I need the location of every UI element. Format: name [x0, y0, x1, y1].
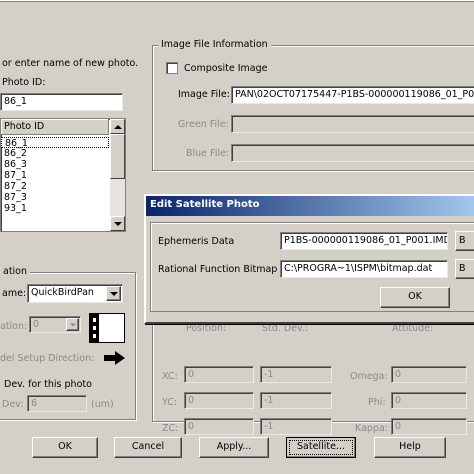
kappa-input[interactable]: 0 [391, 418, 467, 435]
list-scrollbar[interactable] [110, 119, 125, 231]
apply-button[interactable]: Apply... [199, 437, 269, 458]
omega-label: Omega: [350, 371, 388, 382]
film-strip-icon [89, 313, 125, 343]
rfb-browse-button[interactable]: B [455, 259, 474, 279]
std-dev-photo-label: Dev. for this photo [4, 379, 92, 390]
cancel-button[interactable]: Cancel [114, 437, 182, 458]
list-item[interactable]: 87_2 [1, 181, 109, 192]
edit-satellite-photo-dialog[interactable]: Edit Satellite Photo Ephemeris Data P1BS… [144, 194, 474, 324]
composite-checkbox[interactable] [166, 62, 178, 74]
model-setup-label: del Setup Direction: [0, 353, 95, 364]
window-top-edge [0, 0, 474, 2]
dev-unit-label: (um) [91, 399, 114, 410]
image-file-input[interactable]: PAN\02OCT07175447-P1BS-000000119086_01_P… [231, 86, 474, 104]
attitude-header: Attitude: [392, 323, 434, 334]
ok-button[interactable]: OK [32, 437, 98, 458]
scroll-down-button[interactable] [110, 216, 125, 231]
camera-group-title: ation [0, 266, 31, 277]
phi-input[interactable]: 0 [391, 392, 467, 409]
stddev-header: Std. Dev.: [262, 323, 309, 334]
list-header-label: Photo ID [4, 121, 45, 132]
help-button[interactable]: Help [374, 437, 446, 458]
xc-label: XC: [162, 371, 178, 382]
chevron-up-icon [113, 124, 122, 129]
yc-position-input[interactable]: 0 [184, 392, 254, 409]
chevron-down-icon [113, 221, 122, 226]
kappa-label: Kappa: [355, 423, 388, 434]
camera-label: ame: [2, 288, 27, 299]
zc-stddev-input[interactable]: -1 [260, 418, 332, 435]
dev-label: Dev: [2, 399, 24, 410]
satellite-button[interactable]: Satellite... [286, 437, 356, 458]
composite-label: Composite Image [184, 63, 268, 74]
position-header: Position: [186, 323, 227, 334]
ephemeris-browse-button[interactable]: B [455, 231, 474, 251]
rfb-label: Rational Function Bitmap [158, 264, 278, 275]
list-item[interactable]: 86_3 [1, 159, 109, 170]
photo-list-items: 86_1 86_2 86_3 87_1 87_2 87_3 93_1 [1, 137, 109, 214]
chevron-down-icon [109, 291, 118, 296]
blue-file-label: Blue File: [186, 148, 230, 159]
phi-label: Phi: [368, 397, 386, 408]
list-item[interactable]: 86_1 [1, 137, 109, 149]
rotation-label: ation: [0, 321, 28, 332]
camera-dropdown-button[interactable] [106, 286, 121, 301]
dev-input[interactable]: 6 [27, 395, 87, 412]
list-item[interactable]: 87_3 [1, 192, 109, 203]
green-file-label: Green File: [178, 119, 229, 130]
xc-position-input[interactable]: 0 [184, 366, 254, 383]
rotation-select[interactable]: 0 [29, 316, 81, 333]
rotation-dropdown-button[interactable] [66, 318, 79, 331]
image-file-group-title: Image File Information [158, 39, 271, 50]
ephemeris-input[interactable]: P1BS-000000119086_01_P001.IMD [280, 232, 448, 250]
rfb-input[interactable]: C:\PROGRA~1\ISPM\bitmap.dat [280, 260, 448, 278]
yc-label: YC: [162, 397, 178, 408]
list-item[interactable]: 86_2 [1, 148, 109, 159]
scroll-up-button[interactable] [110, 119, 125, 134]
dialog-ok-button[interactable]: OK [380, 287, 450, 308]
chevron-down-icon [69, 323, 76, 326]
photo-id-list[interactable]: Photo ID 86_1 86_2 86_3 87_1 87_2 87_3 9… [0, 118, 126, 232]
zc-label: ZC: [162, 423, 179, 434]
arrow-right-icon [104, 351, 126, 365]
dialog-title: Edit Satellite Photo [150, 199, 260, 210]
yc-stddev-input[interactable]: -1 [260, 392, 332, 409]
green-file-input[interactable] [231, 115, 474, 133]
ephemeris-label: Ephemeris Data [158, 236, 235, 247]
dialog-title-bar[interactable]: Edit Satellite Photo [146, 196, 474, 216]
list-item[interactable]: 93_1 [1, 203, 109, 214]
camera-select[interactable]: QuickBirdPan [27, 284, 123, 303]
photo-id-label: Photo ID: [2, 77, 46, 88]
image-file-label: Image File: [178, 89, 230, 100]
rotation-select-value: 0 [33, 319, 40, 330]
list-item[interactable]: 87_1 [1, 170, 109, 181]
list-header[interactable]: Photo ID [1, 119, 109, 135]
omega-input[interactable]: 0 [391, 366, 467, 383]
photo-prompt-text: or enter name of new photo. [2, 58, 139, 69]
blue-file-input[interactable] [231, 144, 474, 162]
zc-position-input[interactable]: 0 [184, 418, 254, 435]
camera-select-value: QuickBirdPan [31, 287, 94, 298]
scroll-thumb[interactable] [110, 134, 125, 179]
xc-stddev-input[interactable]: -1 [260, 366, 332, 383]
photo-id-input[interactable]: 86_1 [0, 93, 123, 111]
